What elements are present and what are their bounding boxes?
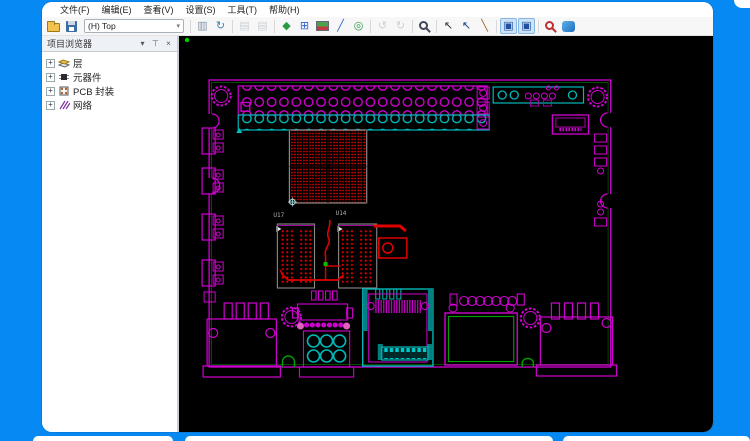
- highlight-brush-button[interactable]: ╲: [476, 18, 493, 34]
- layer-select-value: (H) Top: [88, 21, 116, 31]
- hdmi-connector[interactable]: [361, 288, 434, 367]
- via: [323, 262, 328, 266]
- menu-view[interactable]: 查看(V): [139, 2, 179, 17]
- attach-file-button[interactable]: ▥: [194, 18, 211, 34]
- panel-title: 项目浏览器: [47, 39, 93, 49]
- expand-icon[interactable]: +: [46, 72, 55, 82]
- chevron-down-icon: ▾: [176, 23, 180, 30]
- open-button[interactable]: [45, 18, 62, 34]
- grid-settings-button[interactable]: ⊞: [296, 18, 313, 34]
- layer-select-dropdown[interactable]: (H) Top ▾: [84, 19, 184, 33]
- toolbar-separator: [538, 19, 539, 33]
- right-edge-components[interactable]: [594, 133, 608, 227]
- adjacent-thumbnail-corner: [734, 0, 750, 8]
- undo-button[interactable]: ↺: [374, 18, 391, 34]
- thumbnail-strip-item[interactable]: [33, 436, 173, 441]
- menu-edit[interactable]: 编辑(E): [97, 2, 137, 17]
- tree-item-layers[interactable]: + 层: [46, 56, 177, 70]
- chip-u17[interactable]: U17: [273, 212, 316, 289]
- left-edge-components[interactable]: [201, 127, 224, 303]
- tree-item-nets[interactable]: + 网络: [46, 98, 177, 112]
- view-window-toggle[interactable]: ▣: [500, 18, 517, 34]
- toolbar-separator: [370, 19, 371, 33]
- draw-line-button[interactable]: ╱: [332, 18, 349, 34]
- ic-chip-icon: [58, 71, 70, 83]
- toolbar-separator: [274, 19, 275, 33]
- usb-connector-right[interactable]: [535, 302, 618, 377]
- refresh-button[interactable]: ↻: [212, 18, 229, 34]
- project-tree: + 层 + 元器件 + PCB 封装 + 网络: [42, 52, 177, 112]
- mounting-hole[interactable]: [519, 307, 541, 329]
- place-component-button[interactable]: ◆: [278, 18, 295, 34]
- tree-item-components[interactable]: + 元器件: [46, 70, 177, 84]
- toolbar-separator: [496, 19, 497, 33]
- panel-close-button[interactable]: ×: [163, 38, 174, 49]
- save-button[interactable]: [63, 18, 80, 34]
- menu-help[interactable]: 帮助(H): [264, 2, 305, 17]
- toolbar-separator: [436, 19, 437, 33]
- project-browser-panel: 项目浏览器 ▾ ⊤ × + 层 + 元器件 + PCB 封装 + 网络: [42, 36, 179, 432]
- menu-bar: 文件(F) 编辑(E) 查看(V) 设置(S) 工具(T) 帮助(H): [42, 2, 713, 17]
- open-folder-icon: [47, 21, 60, 32]
- expand-icon[interactable]: +: [46, 86, 55, 96]
- layer-colors-button[interactable]: [314, 18, 331, 34]
- expand-icon[interactable]: +: [46, 100, 55, 110]
- footprint-icon: [58, 85, 70, 97]
- select-pointer-button[interactable]: ↖: [440, 18, 457, 34]
- layer-colors-icon: [316, 21, 329, 31]
- save-floppy-icon: [66, 20, 77, 32]
- pcb-canvas[interactable]: U17 U14: [179, 36, 713, 432]
- zoom-highlight-button[interactable]: [542, 18, 559, 34]
- origin-marker: [184, 37, 190, 43]
- menu-tools[interactable]: 工具(T): [223, 2, 263, 17]
- fpc-connector[interactable]: [551, 114, 590, 135]
- u17-label: U17: [273, 212, 284, 219]
- panel-header: 项目浏览器 ▾ ⊤ ×: [42, 36, 177, 52]
- thumbnail-strip-item[interactable]: [185, 436, 553, 441]
- menu-setup[interactable]: 设置(S): [181, 2, 221, 17]
- layers-icon: [58, 57, 70, 69]
- tree-item-label: 层: [73, 59, 83, 70]
- u14-label: U14: [336, 210, 347, 217]
- redo-button[interactable]: ↻: [392, 18, 409, 34]
- usb-connector-left[interactable]: [202, 302, 281, 378]
- thumbnail-strip-item[interactable]: [563, 436, 750, 441]
- panel-menu-button[interactable]: ▾: [137, 38, 148, 49]
- next-view-button[interactable]: ▤: [254, 18, 271, 34]
- gpio-header[interactable]: [236, 85, 490, 133]
- cross-probe-button[interactable]: [560, 18, 577, 34]
- toolbar: (H) Top ▾ ▥ ↻ ▤ ▤ ◆ ⊞ ╱ ◎ ↺ ↻ ↖ ↖ ╲ ▣ ▣: [42, 17, 713, 36]
- mounting-hole[interactable]: [210, 85, 232, 107]
- find-component-button[interactable]: ◎: [350, 18, 367, 34]
- toolbar-separator: [412, 19, 413, 33]
- magnifier-icon: [418, 20, 428, 30]
- mounting-hole[interactable]: [587, 86, 609, 108]
- pcb-editor-window: 文件(F) 编辑(E) 查看(V) 设置(S) 工具(T) 帮助(H) (H) …: [42, 2, 713, 432]
- red-magnifier-icon: [544, 20, 554, 30]
- toolbar-separator: [232, 19, 233, 33]
- view-board-toggle[interactable]: ▣: [518, 18, 535, 34]
- red-component[interactable]: [377, 237, 408, 259]
- tree-item-label: 元器件: [73, 73, 102, 84]
- listing-background: { "frame": {"background_color": "#0689f2…: [0, 0, 750, 441]
- nets-icon: [58, 99, 70, 111]
- zoom-button[interactable]: [416, 18, 433, 34]
- pcb-drawing: U17 U14: [184, 37, 618, 378]
- menu-file[interactable]: 文件(F): [55, 2, 95, 17]
- expand-icon[interactable]: +: [46, 58, 55, 68]
- tree-item-footprints[interactable]: + PCB 封装: [46, 84, 177, 98]
- top-right-connector[interactable]: [476, 85, 585, 130]
- ethernet-connector[interactable]: [444, 293, 525, 366]
- panel-pin-button[interactable]: ⊤: [150, 38, 161, 49]
- cross-probe-icon: [562, 20, 575, 32]
- tree-item-label: 网络: [73, 101, 93, 112]
- bga-chip[interactable]: [287, 129, 368, 207]
- select-net-button[interactable]: ↖: [458, 18, 475, 34]
- toolbar-separator: [190, 19, 191, 33]
- prev-view-button[interactable]: ▤: [236, 18, 253, 34]
- tree-item-label: PCB 封装: [73, 87, 115, 98]
